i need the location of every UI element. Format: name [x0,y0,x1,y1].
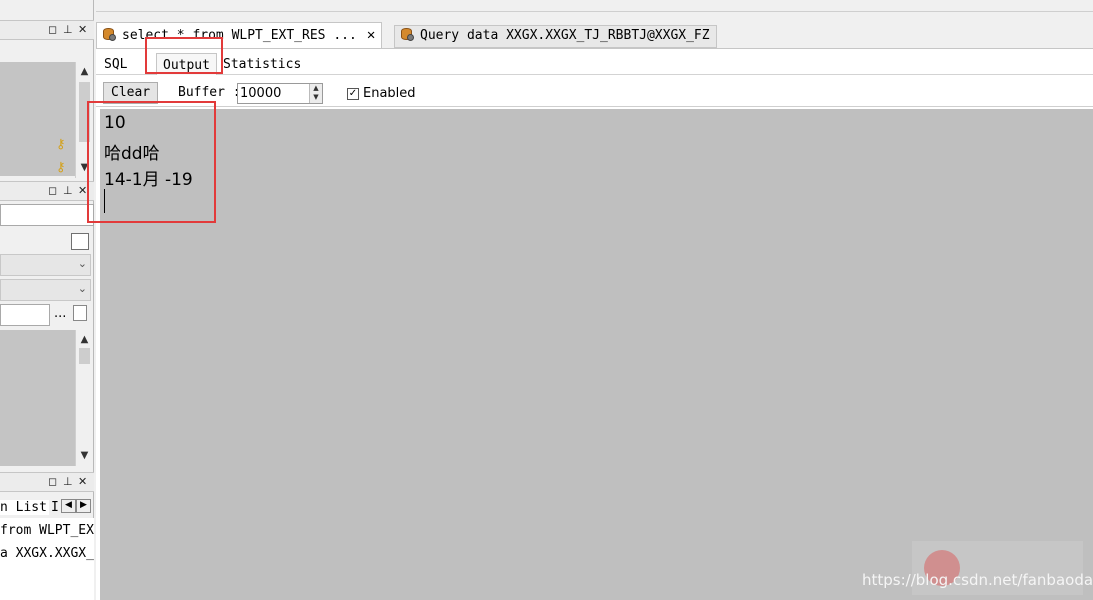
watermark-text: https://blog.csdn.net/fanbaodan [862,571,1093,589]
panel-title-1: ◻ ⊥ ✕ [0,20,94,40]
top-strip [96,0,1093,12]
new-file-icon[interactable] [73,305,87,321]
database-icon [401,28,414,41]
close-icon[interactable]: ✕ [78,184,87,197]
close-icon[interactable]: ✕ [78,475,87,488]
output-toolbar: Clear Buffer : 10000 ▲ ▼ ✓ Enabled [96,79,1093,107]
left-panel: ◻ ⊥ ✕ ⚷ ⚷ ▲ ▼ ◻ ⊥ ✕ ⌄ ⌄ ... ▲ ▼ ◻ ⊥ ✕ n … [0,0,94,600]
panel-title-3: ◻ ⊥ ✕ [0,472,94,492]
chevron-down-icon: ⌄ [77,282,87,295]
pin-icon[interactable]: ⊥ [63,23,73,36]
restore-icon[interactable]: ◻ [48,23,57,36]
buffer-value[interactable]: 10000 [240,86,281,101]
scroll-right-icon[interactable]: ▶ [76,499,91,513]
option-checkbox[interactable] [71,233,89,250]
pin-icon[interactable]: ⊥ [63,475,73,488]
pin-icon[interactable]: ⊥ [63,184,73,197]
spin-up-icon[interactable]: ▲ [310,84,322,93]
restore-icon[interactable]: ◻ [48,184,57,197]
scroll-up-icon[interactable]: ▲ [76,66,93,77]
scroll-down-icon[interactable]: ▼ [76,450,93,461]
output-pane[interactable]: 10 哈dd哈 14-1月 -19 [100,109,1093,600]
spinner-buttons[interactable]: ▲ ▼ [309,84,322,103]
list-item[interactable]: a XXGX.XXGX_ [0,546,94,561]
spin-down-icon[interactable]: ▼ [310,93,322,102]
key-icon: ⚷ [56,160,66,175]
buffer-label: Buffer : [178,85,241,100]
editor-area: SQL Output Statistics Clear Buffer : 100… [96,48,1093,600]
highlight-output-tab [145,37,223,74]
close-icon[interactable]: ✕ [78,23,87,36]
enabled-label: Enabled [363,86,416,101]
tab-query-data[interactable]: Query data XXGX.XXGX_TJ_RBBTJ@XXGX_FZ [394,25,717,48]
restore-icon[interactable]: ◻ [48,475,57,488]
scroll-up-icon[interactable]: ▲ [76,334,93,345]
enabled-checkbox[interactable]: ✓ [347,88,359,100]
list-scrollbar[interactable]: ▲ ▼ [75,330,92,466]
app-window: ◻ ⊥ ✕ ⚷ ⚷ ▲ ▼ ◻ ⊥ ✕ ⌄ ⌄ ... ▲ ▼ ◻ ⊥ ✕ n … [0,0,1093,600]
database-icon [103,28,116,41]
list-item[interactable]: from WLPT_EX [0,523,94,538]
object-tree[interactable] [0,62,76,176]
window-list-tab-2[interactable]: I [51,500,59,515]
filter-input[interactable] [0,204,94,226]
search-input[interactable] [0,304,50,326]
tab-sql[interactable]: SQL [98,53,133,75]
chevron-down-icon: ⌄ [77,257,87,270]
owner-combo[interactable]: ⌄ [0,254,91,276]
panel-title-2: ◻ ⊥ ✕ [0,181,94,201]
type-combo[interactable]: ⌄ [0,279,91,301]
tab-sql-window[interactable]: select * from WLPT_EXT_RES ... ✕ [96,22,383,48]
scroll-thumb[interactable] [79,348,90,364]
editor-subtabs: SQL Output Statistics [96,51,1093,75]
editor-tabbar: select * from WLPT_EXT_RES ... ✕ Query da… [96,22,1093,48]
highlight-output-text [87,101,216,223]
object-list[interactable] [0,330,76,466]
key-icon: ⚷ [56,137,66,152]
tab-statistics[interactable]: Statistics [217,53,307,75]
window-list-tab[interactable]: n List [0,500,49,515]
close-icon[interactable]: ✕ [367,27,375,43]
buffer-spinner[interactable]: 10000 ▲ ▼ [237,83,323,104]
tab-label: Query data XXGX.XXGX_TJ_RBBTJ@XXGX_FZ [420,28,710,43]
history-list: from WLPT_EX a XXGX.XXGX_ [0,518,94,600]
scroll-left-icon[interactable]: ◀ [61,499,76,513]
more-button[interactable]: ... [54,306,66,321]
